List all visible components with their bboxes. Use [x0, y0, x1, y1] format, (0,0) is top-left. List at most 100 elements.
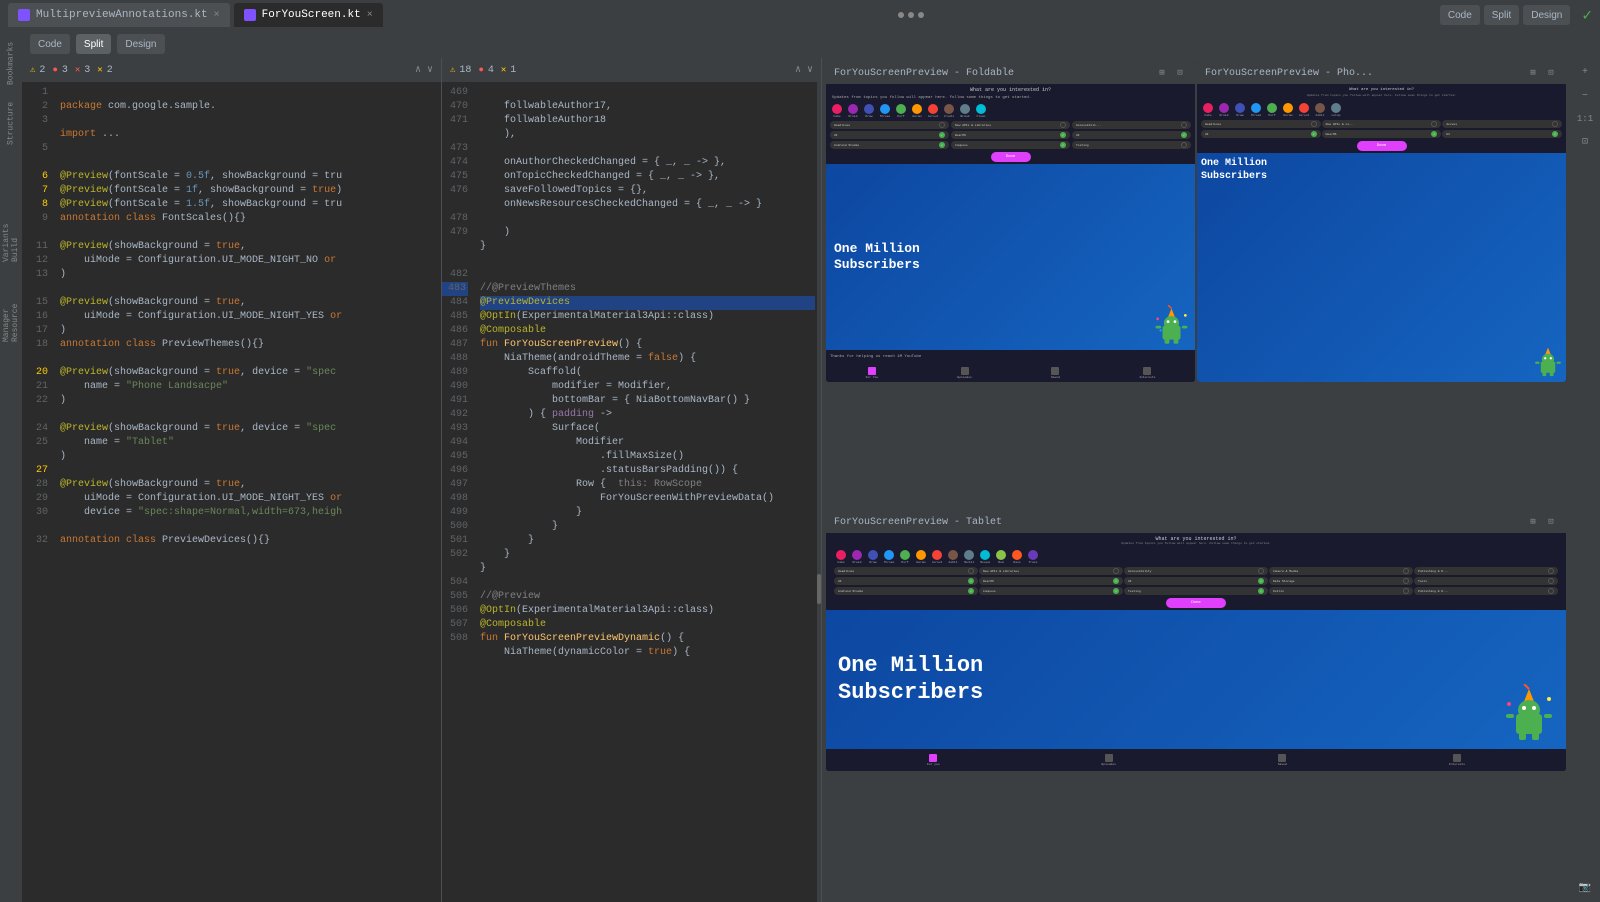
celebration-banner-phone: One Million Subscribers: [1197, 153, 1566, 382]
code-btn[interactable]: Code: [30, 34, 70, 54]
nav-episodes[interactable]: Episodes: [957, 367, 971, 379]
sidebar-bookmark-icon[interactable]: Bookmarks: [2, 54, 20, 72]
phone-celeb-line1: One Million: [1201, 157, 1562, 170]
kt-icon-2: [244, 9, 256, 21]
fit-btn[interactable]: ⊡: [1575, 132, 1595, 152]
preview-card-tablet-header: ForYouScreenPreview - Tablet ⊞ ⊡: [826, 511, 1566, 533]
tab-foryouscreen-label: ForYouScreen.kt: [262, 9, 361, 21]
editor-header-left: ⚠ 2 ● 3 ✕ 3 ✕ 2 ∧ ∨: [22, 58, 441, 82]
right-design-label: Design: [1531, 10, 1562, 21]
nav-arrows-left[interactable]: ∧ ∨: [415, 64, 433, 76]
preview-phone-icon1[interactable]: ⊞: [1526, 66, 1540, 80]
tablet-celeb-line2: Subscribers: [838, 680, 983, 706]
phone-filter-access: Access: [1442, 120, 1562, 128]
scrollbar-thumb-right[interactable]: [817, 574, 821, 604]
avatar-chip-8: Create: [942, 104, 956, 118]
tablet-nav-foryou[interactable]: For you: [927, 754, 940, 766]
tablet-nav-episodes[interactable]: Episodes: [1102, 754, 1116, 766]
phone-celeb-line2: Subscribers: [1201, 170, 1562, 183]
sidebar-structure-icon[interactable]: Structure: [2, 114, 20, 132]
nav-episodes-icon: [961, 367, 969, 375]
editors-split: ⚠ 2 ● 3 ✕ 3 ✕ 2 ∧ ∨ 1 2 3: [22, 58, 1600, 902]
scrollbar-track-right[interactable]: [817, 82, 821, 902]
sidebar-build-icon[interactable]: Build Variants: [2, 234, 20, 252]
nav-saved[interactable]: Saved: [1051, 367, 1060, 379]
nav-arrows-right[interactable]: ∧ ∨: [795, 64, 813, 76]
dot-2: [908, 12, 914, 18]
code-content-left[interactable]: 1 2 3 5 6 7 8 9 11 12 13: [22, 82, 441, 902]
android-mascot-tablet: [1504, 684, 1554, 749]
avatar-circle-9: [960, 104, 970, 114]
tablet-bottom-nav: For you Episodes Saved: [826, 749, 1566, 771]
preview-tablet-content: What are you interested in? Updates from…: [826, 533, 1566, 771]
preview-foldable-icon2[interactable]: ⊡: [1173, 66, 1187, 80]
filter-ui-check: ✓: [939, 132, 945, 138]
nav-foryou[interactable]: For You: [866, 367, 879, 379]
zoom-out-btn[interactable]: −: [1575, 86, 1595, 106]
phone-filter-headlines: Headlines: [1201, 120, 1321, 128]
preview-card-tablet-icons: ⊞ ⊡: [1526, 515, 1558, 529]
preview-tablet-icon2[interactable]: ⊡: [1544, 515, 1558, 529]
dot-3: [918, 12, 924, 18]
tab-foryouscreen[interactable]: ForYouScreen.kt ×: [234, 3, 383, 27]
preview-card-phone: ForYouScreenPreview - Pho... ⊞ ⊡ What ar…: [1197, 62, 1566, 382]
done-btn-tablet[interactable]: Done: [1166, 598, 1226, 608]
tablet-nav-interests[interactable]: Interests: [1449, 754, 1465, 766]
filter-android-studio-check: ✓: [939, 142, 945, 148]
avatar-circle-10: [976, 104, 986, 114]
line-numbers-right: 469 470 471 473 474 475 476 478 479 482: [442, 82, 474, 902]
filter-android-studio: Android Studio ✓: [830, 141, 949, 149]
right-design-btn[interactable]: Design: [1523, 5, 1570, 25]
code-lines-right[interactable]: follwableAuthor17, follwableAuthor18 ), …: [474, 82, 821, 902]
avatar-chip-9: Brand: [958, 104, 972, 118]
split-btn[interactable]: Split: [76, 34, 111, 54]
code-content-right[interactable]: 469 470 471 473 474 475 476 478 479 482: [442, 82, 821, 902]
android-mascot-phone: [1534, 344, 1562, 382]
preview-phone-content: What are you interested in? Updates from…: [1197, 84, 1566, 382]
zoom-level: 1:1: [1577, 114, 1593, 124]
phone-screen-title: What are you interested in? Updates from…: [1197, 84, 1566, 101]
right-split-btn[interactable]: Split: [1484, 5, 1519, 25]
nav-interests[interactable]: Interests: [1139, 367, 1155, 379]
phone-avatar-9: Letup: [1329, 103, 1343, 117]
avatar-circle-4: [880, 104, 890, 114]
done-btn-foldable[interactable]: Done: [991, 152, 1031, 162]
preview-tablet-icon1[interactable]: ⊞: [1526, 515, 1540, 529]
split-btn-label: Split: [84, 39, 103, 50]
avatar-circle-1: [832, 104, 842, 114]
phone-filter-row2: UI ✓ WearOS ✓ UI ✓: [1197, 129, 1566, 139]
tab-multipreview[interactable]: MultipreviewAnnotations.kt ×: [8, 3, 230, 27]
editor-header-right: ⚠ 18 ● 4 ✕ 1 ∧ ∨: [442, 58, 821, 82]
preview-card-tablet: ForYouScreenPreview - Tablet ⊞ ⊡ What ar…: [826, 511, 1566, 771]
preview-foldable-icon1[interactable]: ⊞: [1155, 66, 1169, 80]
editors-container: Code Split Design ⚠ 2 ● 3 ✕ 3: [22, 30, 1600, 902]
filter-wearos: WearOS ✓: [951, 131, 1070, 139]
right-code-btn[interactable]: Code: [1440, 5, 1480, 25]
avatar-circle-8: [944, 104, 954, 114]
phone-avatar-1: Cabe: [1201, 103, 1215, 117]
right-panel: + − 1:1 ⊡ 📷: [1570, 58, 1600, 902]
tablet-filter-row3: Android Studio✓ Compose✓ Testing✓ Kotlin…: [826, 586, 1566, 596]
done-btn-phone[interactable]: Done: [1357, 141, 1407, 151]
screen-title-foldable: What are you interested in?: [830, 87, 1191, 93]
code-lines-left[interactable]: package com.google.sample. import ... @P…: [54, 82, 441, 902]
tab-multipreview-close[interactable]: ×: [214, 10, 220, 21]
tab-foryouscreen-close[interactable]: ×: [367, 10, 373, 21]
filter-compose-check: ✓: [1060, 142, 1066, 148]
preview-phone-icon2[interactable]: ⊡: [1544, 66, 1558, 80]
resource-manager-icon[interactable]: Resource Manager: [2, 314, 20, 332]
design-btn[interactable]: Design: [117, 34, 164, 54]
filter-ui: UI ✓: [830, 131, 949, 139]
avatar-circle-7: [928, 104, 938, 114]
tablet-filter-row2: UI✓ WearOS✓ UI✓ Data Storage Tools: [826, 576, 1566, 586]
camera-btn[interactable]: 📷: [1575, 878, 1595, 898]
right-code-label: Code: [1448, 10, 1472, 21]
phone-avatar-6: Horam: [1281, 103, 1295, 117]
filter-accessibility: Accessibili...: [1072, 121, 1191, 129]
tablet-nav-saved[interactable]: Saved: [1278, 754, 1287, 766]
title-bar: MultipreviewAnnotations.kt × ForYouScree…: [0, 0, 1600, 30]
zoom-in-btn[interactable]: +: [1575, 62, 1595, 82]
filter-compose: Compose ✓: [951, 141, 1070, 149]
phone-filter-row1: Headlines New APIs & Li... Access: [1197, 119, 1566, 129]
code-btn-label: Code: [38, 39, 62, 50]
